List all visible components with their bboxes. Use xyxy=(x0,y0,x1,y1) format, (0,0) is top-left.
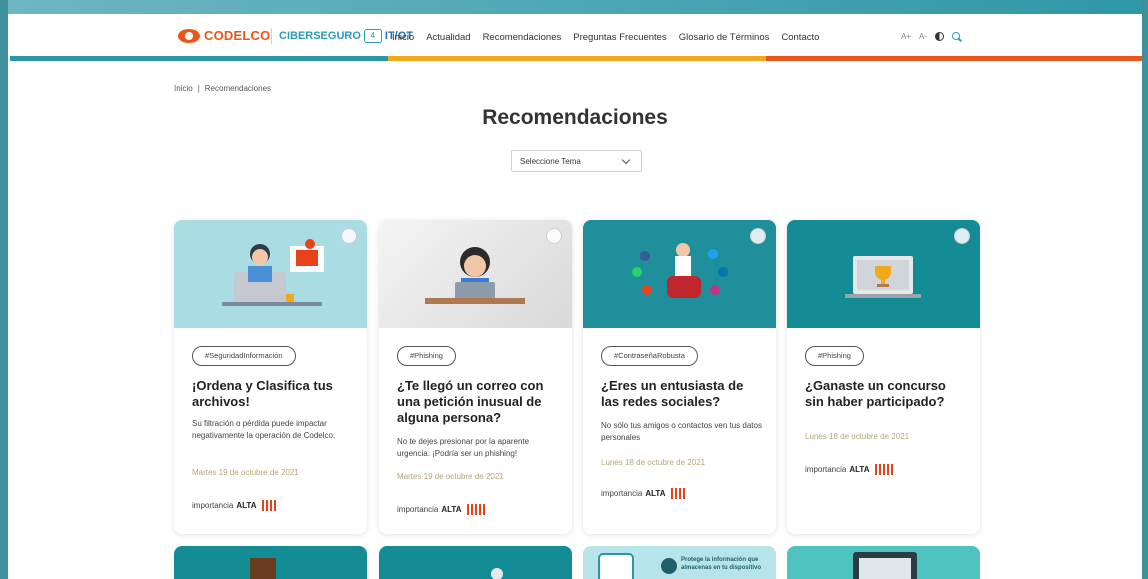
card-illustration-office xyxy=(174,220,367,328)
nav-item-preguntas[interactable]: Preguntas Frecuentes xyxy=(573,32,666,43)
card-title[interactable]: ¡Ordena y Clasifica tus archivos! xyxy=(192,378,352,410)
card-importance: importancia ALTA xyxy=(397,504,485,515)
page: CODELCO CIBERSEGURO 4 IT/OT Inicio Actua… xyxy=(8,14,1142,579)
window-frame-right xyxy=(1142,0,1148,579)
nav-item-recomendaciones[interactable]: Recomendaciones xyxy=(483,32,562,43)
nav-item-glosario[interactable]: Glosario de Términos xyxy=(679,32,770,43)
card-illustration-laptop xyxy=(379,220,572,328)
card-date: Lunes 18 de octubre de 2021 xyxy=(601,458,706,467)
nav-item-inicio[interactable]: Inicio xyxy=(392,32,414,43)
card-redes-sociales[interactable]: #ContraseñaRobusta ¿Eres un entusiasta d… xyxy=(583,220,776,534)
importance-bars xyxy=(466,504,485,515)
breadcrumb-current: Recomendaciones xyxy=(204,84,272,93)
partial-illustration xyxy=(853,552,917,579)
importance-level: ALTA xyxy=(645,489,666,498)
card-tag[interactable]: #SeguridadInformación xyxy=(192,346,296,366)
header: CODELCO CIBERSEGURO 4 IT/OT Inicio Actua… xyxy=(8,14,1142,58)
importance-level: ALTA xyxy=(441,505,462,514)
logo-divider xyxy=(271,28,272,44)
card-illustration-trophy xyxy=(787,220,980,328)
topic-select[interactable]: Seleccione Tema xyxy=(511,150,642,172)
card-tag[interactable]: #Phishing xyxy=(397,346,456,366)
card-description: No sólo tus amigos o contactos ven tus d… xyxy=(601,421,762,442)
card-illustration-social xyxy=(583,220,776,328)
codelco-logo-icon xyxy=(178,28,200,43)
color-bar-yellow xyxy=(388,56,766,61)
breadcrumb-home[interactable]: Inicio xyxy=(174,84,193,93)
topic-select-value: Seleccione Tema xyxy=(520,156,581,166)
importance-level: ALTA xyxy=(849,465,870,474)
card-title[interactable]: ¿Te llegó un correo con una petición inu… xyxy=(397,378,557,426)
nav-item-contacto[interactable]: Contacto xyxy=(781,32,819,43)
nav-item-actualidad[interactable]: Actualidad xyxy=(426,32,470,43)
importance-label: importancia xyxy=(805,465,847,474)
card-correo-peticion[interactable]: #Phishing ¿Te llegó un correo con una pe… xyxy=(379,220,572,534)
card-concurso[interactable]: #Phishing ¿Ganaste un concurso sin haber… xyxy=(787,220,980,534)
card-importance: importancia ALTA xyxy=(805,464,893,475)
partial-illustration xyxy=(491,568,503,579)
accessibility-tools: A+ A- xyxy=(901,32,961,41)
ciberseguro-badge-icon xyxy=(546,228,562,244)
header-color-bar xyxy=(10,56,1142,61)
importance-bars xyxy=(670,488,685,499)
ciberseguro-badge-icon xyxy=(341,228,357,244)
font-decrease-button[interactable]: A- xyxy=(919,32,927,41)
card-title[interactable]: ¿Eres un entusiasta de las redes sociale… xyxy=(601,378,761,410)
social-media-illustration xyxy=(632,243,728,298)
window-frame-top xyxy=(0,0,1148,14)
breadcrumb-separator: | xyxy=(197,84,200,93)
woman-with-laptop-illustration xyxy=(425,247,525,304)
importance-label: importancia xyxy=(397,505,439,514)
importance-label: importancia xyxy=(192,501,234,510)
search-icon[interactable] xyxy=(952,32,961,41)
importance-bars xyxy=(261,500,276,511)
card-partial-2[interactable] xyxy=(379,546,572,579)
card-ordena-archivos[interactable]: #SeguridadInformación ¡Ordena y Clasific… xyxy=(174,220,367,534)
card-tag[interactable]: #Phishing xyxy=(805,346,864,366)
card-importance: importancia ALTA xyxy=(192,500,276,511)
card-description: Su filtración o pérdida puede impactar n… xyxy=(192,419,336,440)
card-partial-1[interactable] xyxy=(174,546,367,579)
trophy-laptop-illustration xyxy=(845,256,921,298)
card-title[interactable]: ¿Ganaste un concurso sin haber participa… xyxy=(805,378,965,410)
card-description: No te dejes presionar por la aparente ur… xyxy=(397,437,530,458)
ciberseguro-text: CIBERSEGURO xyxy=(279,30,361,42)
window-frame-left xyxy=(0,0,8,579)
font-increase-button[interactable]: A+ xyxy=(901,32,911,41)
codelco-logo[interactable]: CODELCO xyxy=(178,28,270,43)
ciberseguro-box-icon: 4 xyxy=(363,29,382,43)
chevron-down-icon xyxy=(621,155,631,165)
card-tag[interactable]: #ContraseñaRobusta xyxy=(601,346,698,366)
color-bar-orange xyxy=(766,56,1142,61)
importance-label: importancia xyxy=(601,489,643,498)
main-nav: Inicio Actualidad Recomendaciones Pregun… xyxy=(392,32,819,43)
card-importance: importancia ALTA xyxy=(601,488,685,499)
page-title: Recomendaciones xyxy=(482,106,668,129)
codelco-logo-text: CODELCO xyxy=(204,28,271,43)
ciberseguro-badge-icon xyxy=(954,228,970,244)
card-date: Martes 19 de octubre de 2021 xyxy=(192,468,299,477)
partial-card-text: Protege la información que almacenas en … xyxy=(681,557,762,571)
card-partial-4[interactable] xyxy=(787,546,980,579)
partial-illustration xyxy=(250,558,276,579)
card-date: Lunes 18 de octubre de 2021 xyxy=(805,432,910,441)
ciberseguro-badge-icon xyxy=(750,228,766,244)
card-partial-3[interactable]: Protege la información que almacenas en … xyxy=(583,546,776,579)
breadcrumb: Inicio | Recomendaciones xyxy=(174,84,271,93)
color-bar-teal xyxy=(10,56,388,61)
person-at-desk-illustration xyxy=(222,239,324,306)
importance-level: ALTA xyxy=(236,501,257,510)
importance-bars xyxy=(874,464,893,475)
contrast-icon[interactable] xyxy=(935,32,945,41)
card-date: Martes 19 de octubre de 2021 xyxy=(397,472,504,481)
